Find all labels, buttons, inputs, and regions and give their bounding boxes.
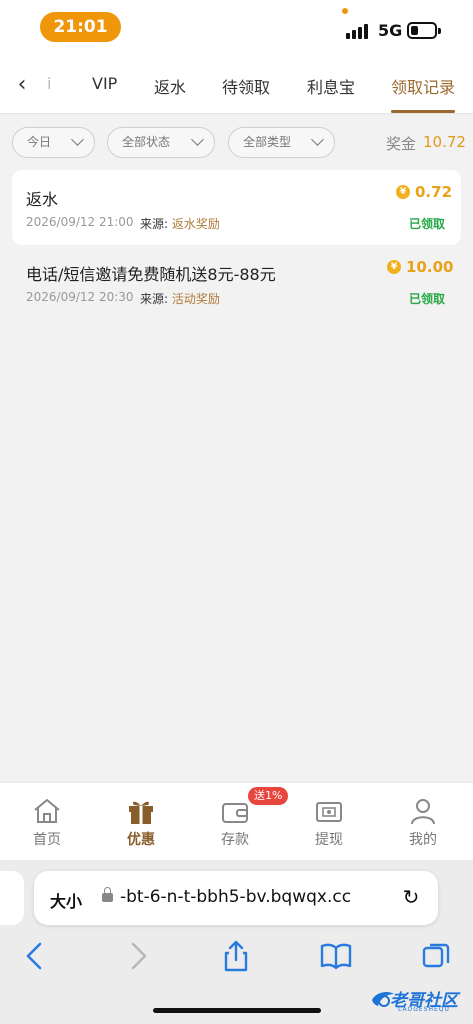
tab-claim-records[interactable]: 领取记录 xyxy=(391,74,455,98)
watermark-logo: 老哥社区 LAOGESHEQU xyxy=(370,984,470,1018)
record-item[interactable]: 电话/短信邀请免费随机送8元-88元 2026/09/12 20:30 来源: … xyxy=(12,245,461,320)
gift-icon xyxy=(129,801,153,824)
date-filter[interactable]: 今日 xyxy=(12,127,95,158)
record-date: 2026/09/12 21:00 xyxy=(26,215,134,229)
signal-icon xyxy=(346,23,370,39)
record-source: 来源: 返水奖励 xyxy=(140,215,220,232)
tabs-icon[interactable] xyxy=(418,938,454,974)
battery-icon xyxy=(407,22,441,39)
watermark-subtext: LAOGESHEQU xyxy=(398,1006,450,1013)
nav-deposit-label: 存款 xyxy=(221,832,249,848)
coin-icon: ¥ xyxy=(396,185,410,199)
nav-home-label: 首页 xyxy=(33,832,61,848)
address-bar[interactable]: 大小 -bt-6-n-t-bbh5-bv.bqwqx.cc ↻ xyxy=(34,871,438,925)
record-status: 已领取 xyxy=(409,292,446,306)
chevron-down-icon xyxy=(311,133,324,146)
lock-icon xyxy=(102,887,113,902)
record-title: 返水 xyxy=(26,190,59,209)
bonus-label: 奖金 xyxy=(386,135,417,153)
nav-promotions[interactable]: 优惠 xyxy=(94,783,188,861)
nav-withdraw-label: 提现 xyxy=(315,832,343,848)
deposit-bonus-badge: 送1% xyxy=(248,787,289,805)
nav-withdraw[interactable]: 提现 xyxy=(282,783,376,861)
tab-bar: ‹ i VIP 返水 待领取 利息宝 领取记录 xyxy=(0,56,473,114)
text-size-button[interactable]: 大小 xyxy=(50,888,82,912)
url-text[interactable]: -bt-6-n-t-bbh5-bv.bqwqx.cc xyxy=(120,887,351,907)
chevron-down-icon xyxy=(191,133,204,146)
share-icon[interactable] xyxy=(218,938,254,974)
record-source-value: 返水奖励 xyxy=(171,217,220,231)
browser-back-icon[interactable] xyxy=(18,938,54,974)
record-amount: 10.00 xyxy=(406,258,454,276)
bonus-value: 10.72 xyxy=(423,133,466,151)
status-time: 21:01 xyxy=(40,12,121,42)
previous-tab-preview[interactable] xyxy=(0,871,24,925)
reload-icon[interactable]: ↻ xyxy=(398,884,424,910)
network-type: 5G xyxy=(378,21,403,40)
tab-interest[interactable]: 利息宝 xyxy=(307,74,355,98)
type-filter-label: 全部类型 xyxy=(243,135,292,149)
record-status: 已领取 xyxy=(409,217,446,231)
browser-forward-icon[interactable] xyxy=(119,938,155,974)
record-date: 2026/09/12 20:30 xyxy=(26,290,134,304)
record-item[interactable]: 返水 2026/09/12 21:00 来源: 返水奖励 ¥ 0.72 已领取 xyxy=(12,170,461,245)
tab-rebate[interactable]: 返水 xyxy=(154,74,186,98)
coin-icon: ¥ xyxy=(387,260,401,274)
withdraw-icon xyxy=(316,802,342,822)
status-filter[interactable]: 全部状态 xyxy=(107,127,215,158)
tab-partial[interactable]: i xyxy=(47,74,51,93)
wallet-icon xyxy=(222,803,248,823)
nav-profile[interactable]: 我的 xyxy=(376,783,470,861)
bookmarks-icon[interactable] xyxy=(318,938,354,974)
home-indicator[interactable] xyxy=(153,1008,321,1013)
nav-promotions-label: 优惠 xyxy=(127,832,155,848)
record-title: 电话/短信邀请免费随机送8元-88元 xyxy=(26,265,276,284)
type-filter[interactable]: 全部类型 xyxy=(228,127,335,158)
tab-vip[interactable]: VIP xyxy=(92,74,117,93)
date-filter-label: 今日 xyxy=(27,135,52,149)
record-source-label: 来源: xyxy=(140,217,169,231)
record-source-value: 活动奖励 xyxy=(171,292,220,306)
chevron-down-icon xyxy=(71,133,84,146)
bottom-nav: 首页 优惠 存款 提现 我的 xyxy=(0,782,473,860)
record-source-label: 来源: xyxy=(140,292,169,306)
back-button[interactable]: ‹ xyxy=(10,71,34,99)
recording-dot xyxy=(342,8,348,14)
tab-pending[interactable]: 待领取 xyxy=(222,74,270,98)
nav-home[interactable]: 首页 xyxy=(0,783,94,861)
user-icon xyxy=(411,799,435,825)
home-icon xyxy=(34,799,60,823)
status-filter-label: 全部状态 xyxy=(122,135,171,149)
record-amount: 0.72 xyxy=(415,183,453,201)
status-bar: 21:01 5G xyxy=(0,0,473,56)
nav-profile-label: 我的 xyxy=(409,832,437,848)
active-tab-indicator xyxy=(391,110,455,113)
record-source: 来源: 活动奖励 xyxy=(140,290,220,307)
